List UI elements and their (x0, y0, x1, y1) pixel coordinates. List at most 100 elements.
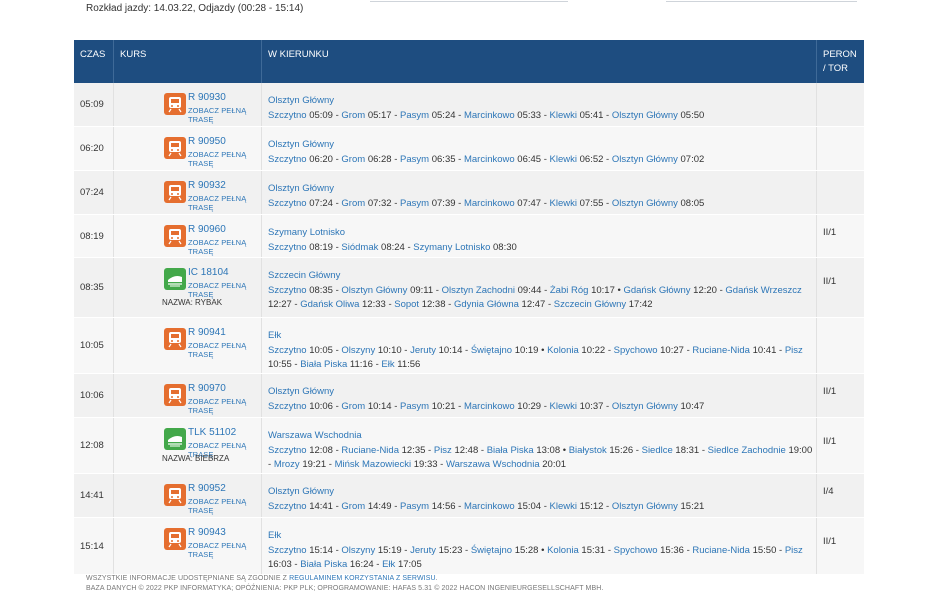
destination-link[interactable]: Szymany Lotnisko (268, 226, 816, 241)
stop-station[interactable]: Ruciane-Nida (341, 445, 399, 456)
stop-station[interactable]: Szczytno (268, 445, 307, 456)
destination-link[interactable]: Olsztyn Główny (268, 385, 816, 400)
stop-station[interactable]: Marcinkowo (464, 401, 515, 412)
destination-link[interactable]: Olsztyn Główny (268, 138, 816, 153)
stop-station[interactable]: Biała Piska (300, 359, 347, 370)
full-route-link[interactable]: ZOBACZ PEŁNĄ TRASĘ (188, 497, 261, 515)
train-number[interactable]: R 90970 (188, 383, 226, 394)
stop-station[interactable]: Olsztyn Główny (341, 285, 407, 296)
destination-link[interactable]: Ełk (268, 529, 816, 544)
train-number[interactable]: R 90932 (188, 180, 226, 191)
full-route-link[interactable]: ZOBACZ PEŁNĄ TRASĘ (188, 281, 261, 299)
full-route-link[interactable]: ZOBACZ PEŁNĄ TRASĘ (188, 238, 261, 256)
destination-link[interactable]: Olsztyn Główny (268, 182, 816, 197)
stop-station[interactable]: Sopot (394, 299, 419, 310)
stop-station[interactable]: Szczytno (268, 110, 307, 121)
train-number[interactable]: R 90960 (188, 224, 226, 235)
stop-station[interactable]: Biała Piska (300, 559, 347, 570)
train-number[interactable]: R 90943 (188, 527, 226, 538)
stop-station[interactable]: Szczytno (268, 154, 307, 165)
destination-link[interactable]: Szczecin Główny (268, 269, 816, 284)
stop-station[interactable]: Szczytno (268, 345, 307, 356)
stop-station[interactable]: Mrozy (274, 459, 300, 470)
stop-station[interactable]: Siódmak (341, 242, 378, 253)
stop-station[interactable]: Szczytno (268, 401, 307, 412)
terms-link[interactable]: REGULAMINEM KORZYSTANIA Z SERWISU (289, 575, 436, 582)
stop-station[interactable]: Marcinkowo (464, 198, 515, 209)
stop-station[interactable]: Świętajno (471, 345, 512, 356)
stop-station[interactable]: Marcinkowo (464, 154, 515, 165)
stop-station[interactable]: Klewki (550, 198, 577, 209)
stop-station[interactable]: Olsztyn Główny (612, 154, 678, 165)
stop-station[interactable]: Szymany Lotnisko (413, 242, 490, 253)
full-route-link[interactable]: ZOBACZ PEŁNĄ TRASĘ (188, 150, 261, 168)
stop-station[interactable]: Klewki (550, 401, 577, 412)
destination-link[interactable]: Olsztyn Główny (268, 485, 816, 500)
full-route-link[interactable]: ZOBACZ PEŁNĄ TRASĘ (188, 194, 261, 212)
stop-station[interactable]: Jeruty (410, 345, 436, 356)
destination-link[interactable]: Olsztyn Główny (268, 94, 816, 109)
train-number[interactable]: TLK 51102 (188, 427, 236, 438)
station-input-underline[interactable] (370, 0, 568, 2)
stop-station[interactable]: Warszawa Wschodnia (446, 459, 540, 470)
stop-station[interactable]: Gdańsk Wrzeszcz (725, 285, 801, 296)
stop-station[interactable]: Gdynia Główna (454, 299, 519, 310)
stop-station[interactable]: Ruciane-Nida (692, 345, 750, 356)
stop-station[interactable]: Ełk (381, 359, 394, 370)
full-route-link[interactable]: ZOBACZ PEŁNĄ TRASĘ (188, 541, 261, 559)
full-route-link[interactable]: ZOBACZ PEŁNĄ TRASĘ (188, 397, 261, 415)
destination-link[interactable]: Ełk (268, 329, 816, 344)
stop-station[interactable]: Grom (341, 198, 365, 209)
stop-station[interactable]: Marcinkowo (464, 501, 515, 512)
stop-station[interactable]: Spychowo (614, 345, 658, 356)
train-number[interactable]: R 90941 (188, 327, 226, 338)
stop-station[interactable]: Szczytno (268, 285, 307, 296)
stop-station[interactable]: Siedlce (642, 445, 673, 456)
stop-station[interactable]: Ruciane-Nida (692, 545, 750, 556)
stop-station[interactable]: Olsztyn Główny (612, 501, 678, 512)
stop-station[interactable]: Klewki (550, 501, 577, 512)
stop-station[interactable]: Kolonia (547, 345, 579, 356)
date-input-underline[interactable] (666, 0, 857, 2)
stop-station[interactable]: Gdańsk Oliwa (300, 299, 359, 310)
stop-station[interactable]: Olsztyn Główny (612, 110, 678, 121)
stop-station[interactable]: Żabi Róg (550, 285, 589, 296)
stop-station[interactable]: Pasym (400, 401, 429, 412)
stop-station[interactable]: Szczytno (268, 501, 307, 512)
train-number[interactable]: R 90952 (188, 483, 226, 494)
stop-station[interactable]: Mińsk Mazowiecki (335, 459, 412, 470)
stop-station[interactable]: Olszyny (341, 545, 375, 556)
stop-station[interactable]: Olsztyn Główny (612, 198, 678, 209)
stop-station[interactable]: Pisz (785, 545, 803, 556)
stop-station[interactable]: Biała Piska (487, 445, 534, 456)
stop-station[interactable]: Pisz (785, 345, 803, 356)
stop-station[interactable]: Szczytno (268, 242, 307, 253)
stop-station[interactable]: Olszyny (341, 345, 375, 356)
stop-station[interactable]: Szczecin Główny (554, 299, 626, 310)
full-route-link[interactable]: ZOBACZ PEŁNĄ TRASĘ (188, 341, 261, 359)
stop-station[interactable]: Pasym (400, 110, 429, 121)
stop-station[interactable]: Spychowo (614, 545, 658, 556)
stop-station[interactable]: Pasym (400, 198, 429, 209)
train-number[interactable]: IC 18104 (188, 267, 229, 278)
stop-station[interactable]: Siedlce Zachodnie (708, 445, 786, 456)
stop-station[interactable]: Grom (341, 154, 365, 165)
stop-station[interactable]: Białystok (569, 445, 607, 456)
stop-station[interactable]: Klewki (550, 110, 577, 121)
stop-station[interactable]: Grom (341, 110, 365, 121)
stop-station[interactable]: Olsztyn Główny (612, 401, 678, 412)
stop-station[interactable]: Jeruty (410, 545, 436, 556)
stop-station[interactable]: Kolonia (547, 545, 579, 556)
stop-station[interactable]: Olsztyn Zachodni (442, 285, 515, 296)
stop-station[interactable]: Pasym (400, 501, 429, 512)
stop-station[interactable]: Pisz (434, 445, 452, 456)
stop-station[interactable]: Grom (341, 401, 365, 412)
stop-station[interactable]: Świętajno (471, 545, 512, 556)
stop-station[interactable]: Grom (341, 501, 365, 512)
stop-station[interactable]: Szczytno (268, 198, 307, 209)
stop-station[interactable]: Klewki (550, 154, 577, 165)
stop-station[interactable]: Marcinkowo (464, 110, 515, 121)
stop-station[interactable]: Szczytno (268, 545, 307, 556)
stop-station[interactable]: Gdańsk Główny (623, 285, 690, 296)
train-number[interactable]: R 90930 (188, 92, 226, 103)
